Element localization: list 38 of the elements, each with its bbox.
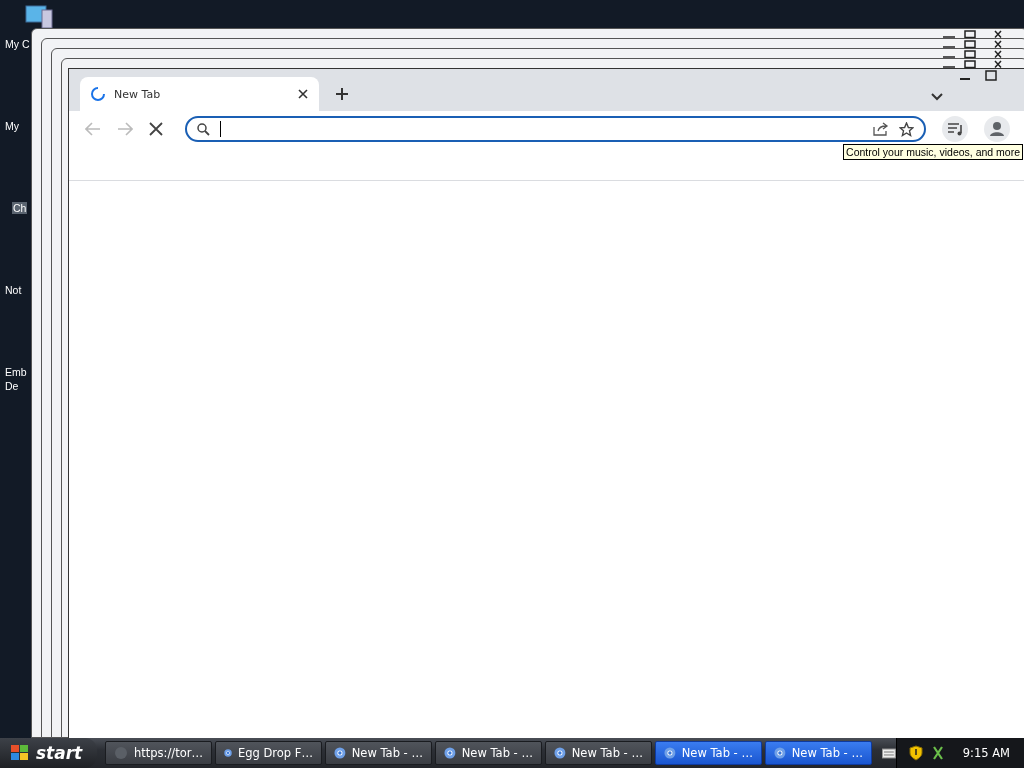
browser-icon (773, 746, 786, 760)
page-icon (113, 746, 128, 760)
taskbar-button[interactable]: New Tab - … (324, 741, 432, 765)
taskbar-button[interactable]: New Tab - … (764, 741, 872, 765)
keyboard-icon[interactable] (881, 747, 896, 759)
taskbar-button[interactable]: New Tab - … (434, 741, 542, 765)
tooltip: Control your music, videos, and more (843, 144, 1023, 160)
address-field[interactable] (185, 116, 926, 142)
share-icon[interactable] (873, 122, 889, 136)
desktop-icon-label[interactable]: Emb (4, 366, 28, 378)
chevron-down-icon[interactable] (931, 93, 943, 101)
desktop-icon-label[interactable]: My C (4, 38, 31, 50)
browser-icon (223, 746, 232, 760)
stop-icon[interactable] (149, 122, 163, 136)
desktop-icon-label[interactable]: My (4, 120, 20, 132)
close-icon[interactable] (297, 88, 309, 100)
windows-logo-icon (10, 744, 30, 762)
browser-icon (333, 746, 346, 760)
desktop-icon-label[interactable]: De (4, 380, 20, 392)
profile-icon[interactable] (984, 116, 1010, 142)
browser-icon (443, 746, 456, 760)
new-tab-icon[interactable] (335, 87, 349, 101)
browser-icon (663, 746, 676, 760)
browser-tab[interactable]: New Tab (80, 77, 319, 111)
taskbar-button[interactable]: Egg Drop F… (214, 741, 322, 765)
browser-icon (553, 746, 566, 760)
media-control-icon[interactable] (942, 116, 968, 142)
taskbar-button[interactable]: New Tab - … (654, 741, 762, 765)
search-icon (197, 122, 210, 136)
taskbar-button[interactable]: New Tab - … (544, 741, 652, 765)
clock: 9:15 AM (962, 746, 1010, 760)
desktop-icon-label[interactable]: Ch (12, 202, 28, 214)
shield-icon[interactable] (908, 745, 923, 761)
tab-title: New Tab (114, 87, 162, 101)
taskbar-button[interactable]: https://tor… (104, 741, 212, 765)
desktop-icon-label[interactable]: Not (4, 284, 23, 296)
star-icon[interactable] (899, 121, 914, 137)
start-button[interactable]: start (0, 738, 97, 768)
